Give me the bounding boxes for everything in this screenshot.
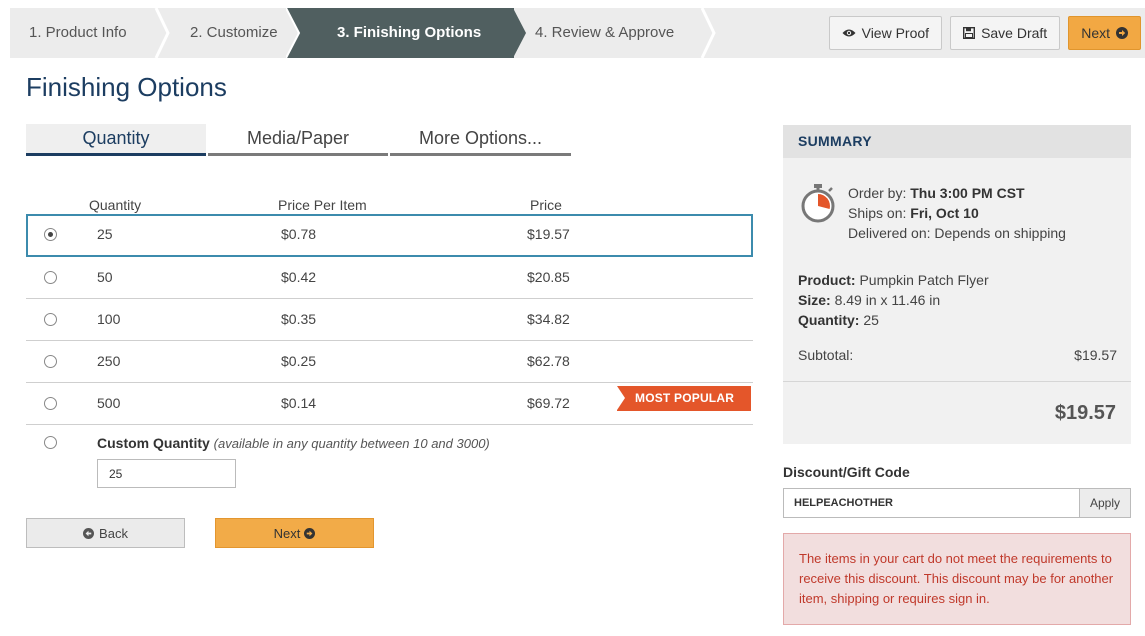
step-separator-chevron — [154, 8, 170, 58]
price-per-item-value: $0.14 — [281, 395, 317, 411]
back-button[interactable]: Back — [26, 518, 185, 548]
ships-on-label: Ships on: — [848, 205, 907, 221]
quantity-value: 100 — [97, 311, 121, 327]
next-label: Next — [273, 525, 301, 541]
ships-on-value: Fri, Oct 10 — [910, 205, 979, 221]
custom-quantity-hint: (available in any quantity between 10 an… — [213, 436, 490, 451]
product-label: Product: — [798, 272, 856, 288]
next-label: Next — [1081, 25, 1110, 41]
quantity-row[interactable]: 500 $0.14 $69.72 MOST POPULAR — [26, 383, 753, 425]
custom-quantity-input[interactable] — [97, 459, 236, 488]
apply-button[interactable]: Apply — [1079, 488, 1131, 518]
product-value: Pumpkin Patch Flyer — [859, 272, 989, 288]
step-progress-bar: 1. Product Info 2. Customize 3. Finishin… — [10, 8, 1145, 58]
column-header-price-per-item: Price Per Item — [278, 197, 367, 213]
quantity-radio[interactable] — [44, 397, 57, 410]
quantity-row[interactable]: 25 $0.78 $19.57 — [26, 214, 753, 257]
quantity-radio[interactable] — [44, 313, 57, 326]
delivered-on-label: Delivered on: — [848, 225, 931, 241]
price-value: $20.85 — [527, 269, 570, 285]
discount-label: Discount/Gift Code — [783, 464, 910, 480]
quantity-summary-value: 25 — [863, 312, 879, 328]
quantity-value: 50 — [97, 269, 113, 285]
quantity-value: 500 — [97, 395, 121, 411]
price-value: $19.57 — [527, 226, 570, 242]
step-separator-chevron — [700, 8, 716, 58]
order-by-label: Order by: — [848, 185, 907, 201]
subtotal-value: $19.57 — [1074, 347, 1117, 363]
stopwatch-icon — [801, 184, 835, 223]
view-proof-button[interactable]: View Proof — [828, 16, 943, 50]
discount-code-input[interactable] — [783, 488, 1079, 518]
quantity-row[interactable]: 100 $0.35 $34.82 — [26, 299, 753, 341]
most-popular-badge: MOST POPULAR — [617, 386, 751, 411]
step-review-approve[interactable]: 4. Review & Approve — [514, 8, 714, 58]
delivered-on-line: Delivered on: Depends on shipping — [848, 223, 1066, 243]
column-header-quantity: Quantity — [89, 197, 142, 213]
options-tabs: Quantity Media/Paper More Options... — [26, 124, 571, 156]
size-label: Size: — [798, 292, 831, 308]
price-value: $69.72 — [527, 395, 570, 411]
next-button-bottom[interactable]: Next — [215, 518, 374, 548]
next-button-top[interactable]: Next — [1068, 16, 1141, 50]
custom-quantity-title: Custom Quantity — [97, 435, 210, 451]
total-value: $19.57 — [1054, 402, 1116, 424]
order-by-line: Order by: Thu 3:00 PM CST — [848, 183, 1066, 203]
product-line: Product: Pumpkin Patch Flyer — [798, 270, 989, 290]
price-per-item-value: $0.35 — [281, 311, 317, 327]
arrow-left-circle-icon — [83, 527, 95, 539]
save-draft-label: Save Draft — [981, 25, 1048, 41]
subtotal-label: Subtotal: — [798, 347, 854, 363]
arrow-right-circle-icon — [1116, 27, 1128, 39]
step-product-info[interactable]: 1. Product Info — [10, 8, 170, 58]
summary-title: SUMMARY — [783, 125, 1131, 158]
step-actions: View Proof Save Draft Next — [828, 16, 1141, 50]
step-finishing-options[interactable]: 3. Finishing Options — [302, 8, 514, 58]
back-label: Back — [99, 525, 128, 541]
price-per-item-value: $0.78 — [281, 226, 317, 242]
order-summary-panel: SUMMARY Order by: Thu 3:00 PM CST Ships … — [783, 125, 1131, 444]
custom-quantity-radio[interactable] — [44, 436, 57, 449]
price-value: $62.78 — [527, 353, 570, 369]
size-value: 8.49 in x 11.46 in — [834, 292, 941, 308]
tab-quantity[interactable]: Quantity — [26, 124, 206, 156]
quantity-line: Quantity: 25 — [798, 310, 989, 330]
size-line: Size: 8.49 in x 11.46 in — [798, 290, 989, 310]
subtotal-line: Subtotal: $19.57 — [798, 347, 1117, 363]
quantity-row[interactable]: 250 $0.25 $62.78 — [26, 341, 753, 383]
page-title: Finishing Options — [26, 72, 227, 102]
delivered-on-value: Depends on shipping — [934, 225, 1066, 241]
column-header-price: Price — [530, 197, 562, 213]
product-details: Product: Pumpkin Patch Flyer Size: 8.49 … — [798, 270, 989, 330]
tab-media-paper[interactable]: Media/Paper — [208, 124, 388, 156]
save-draft-button[interactable]: Save Draft — [950, 16, 1061, 50]
step-active-left-edge — [286, 8, 304, 58]
quantity-radio[interactable] — [44, 355, 57, 368]
shipping-info: Order by: Thu 3:00 PM CST Ships on: Fri,… — [848, 183, 1066, 243]
price-value: $34.82 — [527, 311, 570, 327]
discount-form: Apply — [783, 488, 1131, 518]
arrow-right-circle-icon — [304, 527, 316, 539]
ships-on-line: Ships on: Fri, Oct 10 — [848, 203, 1066, 223]
custom-quantity-section: Custom Quantity (available in any quanti… — [26, 426, 753, 496]
price-per-item-value: $0.25 — [281, 353, 317, 369]
quantity-row[interactable]: 50 $0.42 $20.85 — [26, 257, 753, 299]
quantity-radio[interactable] — [44, 228, 57, 241]
custom-quantity-label: Custom Quantity (available in any quanti… — [97, 435, 490, 451]
view-proof-label: View Proof — [861, 25, 930, 41]
quantity-value: 25 — [97, 226, 113, 242]
floppy-disk-icon — [963, 27, 976, 39]
discount-error-alert: The items in your cart do not meet the r… — [783, 533, 1131, 625]
summary-divider — [783, 381, 1131, 382]
quantity-radio[interactable] — [44, 271, 57, 284]
tab-more-options[interactable]: More Options... — [390, 124, 571, 156]
price-per-item-value: $0.42 — [281, 269, 317, 285]
quantity-label: Quantity: — [798, 312, 860, 328]
quantity-value: 250 — [97, 353, 121, 369]
order-by-value: Thu 3:00 PM CST — [910, 185, 1025, 201]
eye-icon — [842, 29, 856, 37]
